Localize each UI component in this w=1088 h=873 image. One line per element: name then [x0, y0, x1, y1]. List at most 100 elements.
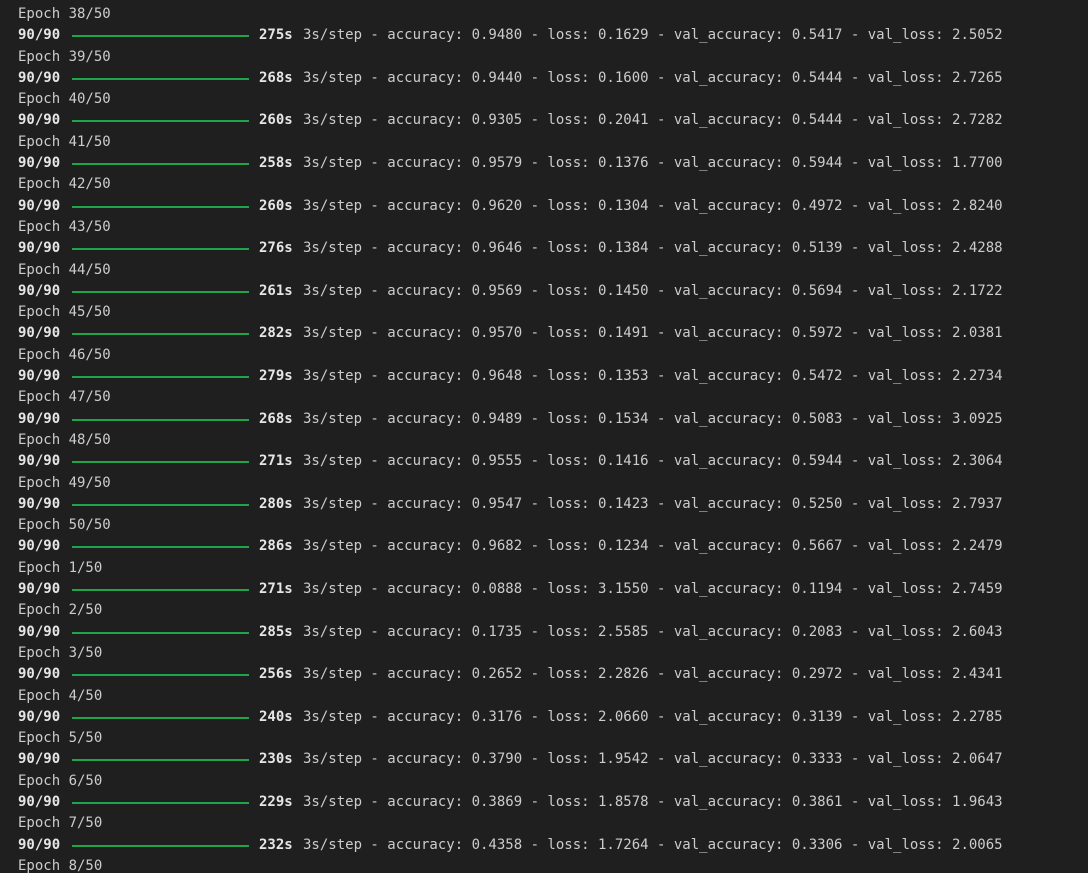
epoch-header: Epoch 6/50 [18, 772, 103, 789]
progress-line: 90/90 260s 3s/step - accuracy: 0.9305 - lo… [0, 110, 1088, 131]
epoch-header: Epoch 48/50 [18, 431, 111, 448]
epoch-time: 230s [259, 751, 293, 768]
metrics-text: 3s/step - accuracy: 0.9480 - loss: 0.162… [303, 27, 1003, 44]
progress-bar [72, 35, 249, 38]
epoch-time: 271s [259, 453, 293, 470]
metrics-text: 3s/step - accuracy: 0.9555 - loss: 0.141… [303, 453, 1003, 470]
step-count: 90/90 [18, 69, 61, 86]
step-count: 90/90 [18, 666, 61, 683]
progress-line: 90/90 261s 3s/step - accuracy: 0.9569 - lo… [0, 281, 1088, 302]
step-count: 90/90 [18, 27, 61, 44]
epoch-header: Epoch 1/50 [18, 559, 103, 576]
epoch-time: 279s [259, 368, 293, 385]
epoch-header: Epoch 47/50 [18, 389, 111, 406]
epoch-header: Epoch 44/50 [18, 261, 111, 278]
progress-bar [72, 290, 249, 293]
metrics-text: 3s/step - accuracy: 0.4358 - loss: 1.726… [303, 836, 1003, 853]
progress-bar [72, 461, 249, 464]
epoch-time: 268s [259, 410, 293, 427]
progress-line: 90/90 276s 3s/step - accuracy: 0.9646 - lo… [0, 238, 1088, 259]
epoch-header: Epoch 5/50 [18, 730, 103, 747]
epoch-time: 286s [259, 538, 293, 555]
step-count: 90/90 [18, 495, 61, 512]
epoch-time: 258s [259, 155, 293, 172]
metrics-text: 3s/step - accuracy: 0.9579 - loss: 0.137… [303, 155, 1003, 172]
progress-line: 90/90 240s 3s/step - accuracy: 0.3176 - lo… [0, 707, 1088, 728]
epoch-header: Epoch 41/50 [18, 133, 111, 150]
progress-bar [72, 333, 249, 336]
progress-bar [72, 801, 249, 804]
metrics-text: 3s/step - accuracy: 0.3790 - loss: 1.954… [303, 751, 1003, 768]
epoch-time: 232s [259, 836, 293, 853]
progress-bar [72, 589, 249, 592]
progress-line: 90/90 260s 3s/step - accuracy: 0.9620 - lo… [0, 196, 1088, 217]
progress-bar [72, 674, 249, 677]
progress-line: 90/90 268s 3s/step - accuracy: 0.9440 - lo… [0, 68, 1088, 89]
metrics-text: 3s/step - accuracy: 0.9489 - loss: 0.153… [303, 410, 1003, 427]
progress-line: 90/90 271s 3s/step - accuracy: 0.0888 - lo… [0, 579, 1088, 600]
progress-bar [72, 205, 249, 208]
epoch-time: 275s [259, 27, 293, 44]
progress-bar [72, 418, 249, 421]
progress-bar [72, 631, 249, 634]
epoch-header: Epoch 38/50 [18, 6, 111, 22]
progress-line: 90/90 275s 3s/step - accuracy: 0.9480 - lo… [0, 25, 1088, 46]
epoch-time: 268s [259, 69, 293, 86]
progress-bar [72, 120, 249, 123]
epoch-time: 240s [259, 708, 293, 725]
progress-bar [72, 716, 249, 719]
epoch-header: Epoch 43/50 [18, 218, 111, 235]
step-count: 90/90 [18, 325, 61, 342]
step-count: 90/90 [18, 708, 61, 725]
progress-line: 90/90 286s 3s/step - accuracy: 0.9682 - lo… [0, 536, 1088, 557]
step-count: 90/90 [18, 410, 61, 427]
epoch-header: Epoch 40/50 [18, 91, 111, 108]
epoch-header: Epoch 46/50 [18, 346, 111, 363]
metrics-text: 3s/step - accuracy: 0.9648 - loss: 0.135… [303, 368, 1003, 385]
metrics-text: 3s/step - accuracy: 0.3176 - loss: 2.066… [303, 708, 1003, 725]
metrics-text: 3s/step - accuracy: 0.9620 - loss: 0.130… [303, 197, 1003, 214]
step-count: 90/90 [18, 751, 61, 768]
step-count: 90/90 [18, 368, 61, 385]
progress-bar [72, 546, 249, 549]
progress-bar [72, 163, 249, 166]
progress-line: 90/90 258s 3s/step - accuracy: 0.9579 - lo… [0, 153, 1088, 174]
progress-bar [72, 503, 249, 506]
metrics-text: 3s/step - accuracy: 0.3869 - loss: 1.857… [303, 793, 1003, 810]
progress-bar [72, 844, 249, 847]
epoch-header: Epoch 8/50 [18, 857, 103, 873]
epoch-header: Epoch 42/50 [18, 176, 111, 193]
epoch-header: Epoch 2/50 [18, 602, 103, 619]
epoch-time: 276s [259, 240, 293, 257]
metrics-text: 3s/step - accuracy: 0.0888 - loss: 3.155… [303, 581, 1003, 598]
epoch-time: 282s [259, 325, 293, 342]
progress-line: 90/90 271s 3s/step - accuracy: 0.9555 - lo… [0, 451, 1088, 472]
epoch-header: Epoch 7/50 [18, 815, 103, 832]
epoch-time: 271s [259, 581, 293, 598]
step-count: 90/90 [18, 836, 61, 853]
progress-bar [72, 376, 249, 379]
metrics-text: 3s/step - accuracy: 0.2652 - loss: 2.282… [303, 666, 1003, 683]
metrics-text: 3s/step - accuracy: 0.9305 - loss: 0.204… [303, 112, 1003, 129]
epoch-time: 261s [259, 282, 293, 299]
progress-line: 90/90 268s 3s/step - accuracy: 0.9489 - lo… [0, 409, 1088, 430]
progress-bar [72, 248, 249, 251]
step-count: 90/90 [18, 581, 61, 598]
metrics-text: 3s/step - accuracy: 0.9547 - loss: 0.142… [303, 495, 1003, 512]
step-count: 90/90 [18, 453, 61, 470]
progress-line: 90/90 229s 3s/step - accuracy: 0.3869 - lo… [0, 792, 1088, 813]
step-count: 90/90 [18, 240, 61, 257]
progress-line: 90/90 232s 3s/step - accuracy: 0.4358 - lo… [0, 835, 1088, 856]
epoch-header: Epoch 50/50 [18, 517, 111, 534]
epoch-time: 285s [259, 623, 293, 640]
epoch-time: 260s [259, 112, 293, 129]
metrics-text: 3s/step - accuracy: 0.9569 - loss: 0.145… [303, 282, 1003, 299]
metrics-text: 3s/step - accuracy: 0.9682 - loss: 0.123… [303, 538, 1003, 555]
step-count: 90/90 [18, 282, 61, 299]
progress-line: 90/90 279s 3s/step - accuracy: 0.9648 - lo… [0, 366, 1088, 387]
epoch-header: Epoch 3/50 [18, 644, 103, 661]
step-count: 90/90 [18, 155, 61, 172]
epoch-time: 260s [259, 197, 293, 214]
metrics-text: 3s/step - accuracy: 0.9570 - loss: 0.149… [303, 325, 1003, 342]
step-count: 90/90 [18, 623, 61, 640]
